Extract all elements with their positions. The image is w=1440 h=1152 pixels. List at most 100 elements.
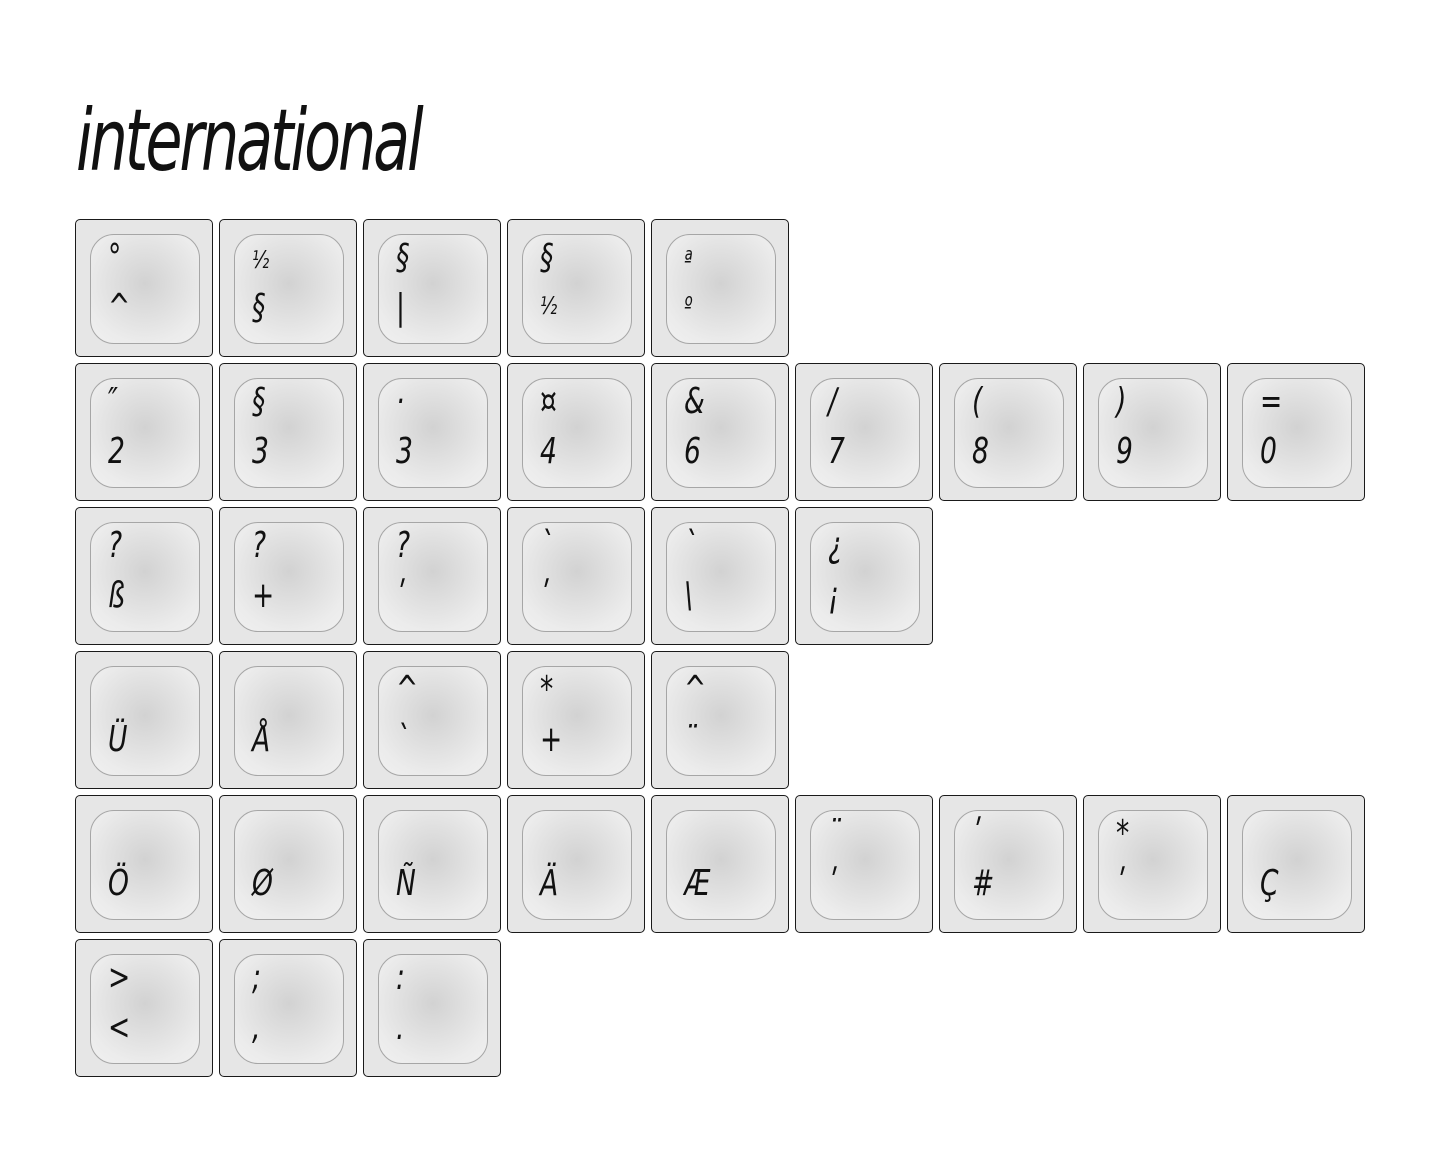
keycap-shift-legend: ( <box>972 381 983 422</box>
keycap: ` ʹ <box>507 507 645 645</box>
keycap: Ä <box>507 795 645 933</box>
keycap-base-legend: . <box>396 1007 405 1048</box>
keycap: § ½ <box>507 219 645 357</box>
keycap-shift-legend: ″ <box>108 381 118 422</box>
keycap-base-legend: ß <box>108 575 125 616</box>
keycap-shift-legend: ` <box>540 525 554 566</box>
keycap: ″ 2 <box>75 363 213 501</box>
keycap: Ñ <box>363 795 501 933</box>
keycap-shift-legend: ^ <box>396 669 419 710</box>
keycap: ¨ ʹ <box>795 795 933 933</box>
page-title: international <box>76 91 424 191</box>
keycap: ½ § <box>219 219 357 357</box>
keycap: ` \ <box>651 507 789 645</box>
keycap-shift-legend: · <box>396 381 405 422</box>
keycap: > < <box>75 939 213 1077</box>
keycap: ? ʹ <box>363 507 501 645</box>
keycap: & 6 <box>651 363 789 501</box>
keycap-base-legend: 3 <box>252 431 269 472</box>
keycap: ^ ¨ <box>651 651 789 789</box>
keycap-base-legend: Ç <box>1260 863 1279 904</box>
keycap-surface <box>90 666 200 776</box>
keycap-surface <box>378 810 488 920</box>
keycap-base-legend: + <box>540 719 563 760</box>
keycap-shift-legend: ½ <box>252 246 270 274</box>
keycap-base-legend: 4 <box>540 431 557 472</box>
keycap-shift-legend: ? <box>108 525 123 566</box>
keycap-shift-legend: * <box>1116 813 1130 854</box>
keycap-shift-legend: ¨ <box>828 813 842 854</box>
keycap-base-legend: < <box>108 1007 131 1048</box>
keycap: ? ß <box>75 507 213 645</box>
keycap-base-legend: , <box>252 1007 261 1048</box>
keycap-shift-legend: ) <box>1116 381 1127 422</box>
keycap-base-legend: Ñ <box>396 863 416 904</box>
keycap-base-legend: 6 <box>684 431 701 472</box>
keycap-surface <box>234 810 344 920</box>
keycap: * ʹ <box>1083 795 1221 933</box>
keycap-base-legend: Æ <box>684 863 710 904</box>
keycap: ʹ # <box>939 795 1077 933</box>
keycap-base-legend: Å <box>252 719 271 760</box>
keycap-shift-legend: > <box>108 957 131 998</box>
keycap-base-legend: 2 <box>108 431 125 472</box>
keycap-base-legend: 9 <box>1116 431 1133 472</box>
keycap-base-legend: Ü <box>108 719 128 760</box>
keycap-base-legend: ʹ <box>396 575 404 616</box>
keycap-base-legend: ^ <box>108 287 131 328</box>
keycap-shift-legend: ʹ <box>972 813 980 854</box>
keycap-shift-legend: ¤ <box>540 381 557 422</box>
keycap-base-legend: 3 <box>396 431 413 472</box>
keycap: Ø <box>219 795 357 933</box>
keycap-surface <box>90 810 200 920</box>
keycap: § 3 <box>219 363 357 501</box>
keycap-shift-legend: § <box>540 237 554 278</box>
keycap-base-legend: Ä <box>540 863 559 904</box>
keycap-base-legend: ʹ <box>540 575 548 616</box>
keycap-shift-legend: ^ <box>684 669 707 710</box>
keycap: ? + <box>219 507 357 645</box>
keycap-base-legend: º <box>684 292 693 320</box>
keycap: ° ^ <box>75 219 213 357</box>
keycap-base-legend: + <box>252 575 275 616</box>
keycap-shift-legend: ° <box>108 237 122 278</box>
keycap: § | <box>363 219 501 357</box>
keycap: ;, <box>219 939 357 1077</box>
keycap-shift-legend: ª <box>684 246 693 274</box>
keycap-shift-legend: = <box>1260 381 1283 422</box>
keycap: :. <box>363 939 501 1077</box>
keycap-base-legend: ¨ <box>684 719 698 760</box>
keycap: Ç <box>1227 795 1365 933</box>
keycap-base-legend: § <box>252 287 266 328</box>
keycap: ¿ ¡ <box>795 507 933 645</box>
keycap-shift-legend: ¿ <box>828 525 843 566</box>
keycap-base-legend: 0 <box>1260 431 1277 472</box>
keycap-shift-legend: & <box>684 381 705 422</box>
keycap: Ö <box>75 795 213 933</box>
keycap-base-legend: Ø <box>252 863 273 904</box>
keycap: * + <box>507 651 645 789</box>
keycap: (8 <box>939 363 1077 501</box>
keycap-surface <box>1242 810 1352 920</box>
keycap-surface <box>522 810 632 920</box>
keycap-base-legend: # <box>972 863 995 904</box>
keycap: ^ ` <box>363 651 501 789</box>
keycap: = 0 <box>1227 363 1365 501</box>
keycap-base-legend: ½ <box>540 292 558 320</box>
keycap-surface <box>666 810 776 920</box>
keycap: ªº <box>651 219 789 357</box>
keycap-base-legend: ` <box>396 719 410 760</box>
keycap-base-legend: ¡ <box>828 575 839 616</box>
keycap-base-legend: 7 <box>828 431 845 472</box>
keycap-base-legend: Ö <box>108 863 129 904</box>
keycap-base-legend: ʹ <box>1116 863 1124 904</box>
keycap-shift-legend: ` <box>684 525 698 566</box>
keycap-base-legend: ʹ <box>828 863 836 904</box>
keycap-shift-legend: ? <box>396 525 411 566</box>
keycap: ¤ 4 <box>507 363 645 501</box>
keycap-shift-legend: / <box>828 381 837 422</box>
keycap: ) 9 <box>1083 363 1221 501</box>
keycap: Ü <box>75 651 213 789</box>
keycap: /7 <box>795 363 933 501</box>
keycap-shift-legend: * <box>540 669 554 710</box>
